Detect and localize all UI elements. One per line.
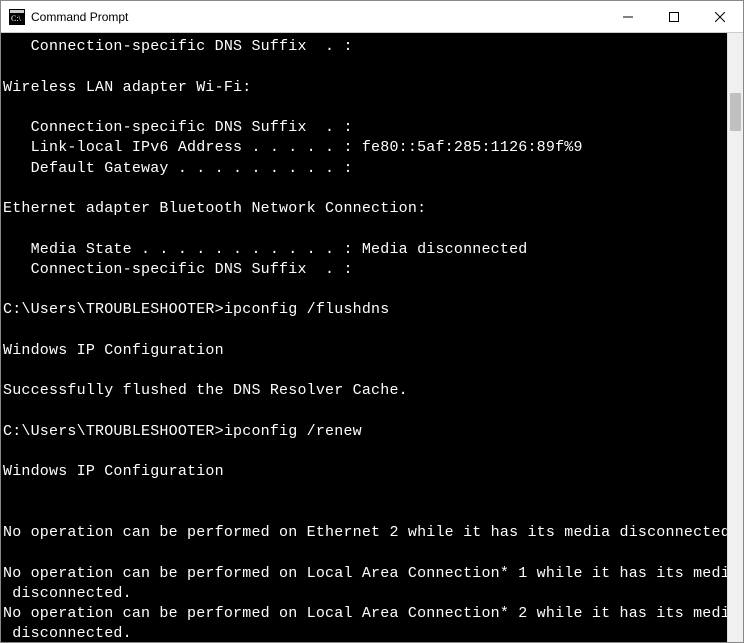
terminal-line: Successfully flushed the DNS Resolver Ca… — [3, 381, 727, 401]
scrollbar[interactable] — [727, 33, 743, 642]
terminal-line — [3, 442, 727, 462]
terminal-line — [3, 361, 727, 381]
maximize-button[interactable] — [651, 1, 697, 32]
terminal-line: Windows IP Configuration — [3, 462, 727, 482]
terminal-line: No operation can be performed on Local A… — [3, 604, 727, 624]
terminal-line — [3, 503, 727, 523]
terminal-line: Wireless LAN adapter Wi-Fi: — [3, 78, 727, 98]
terminal-line: Connection-specific DNS Suffix . : — [3, 37, 727, 57]
window-title: Command Prompt — [31, 10, 605, 24]
svg-text:C:\: C:\ — [11, 14, 22, 23]
terminal-line — [3, 57, 727, 77]
terminal-line — [3, 483, 727, 503]
terminal-line: Connection-specific DNS Suffix . : — [3, 118, 727, 138]
terminal-line: No operation can be performed on Etherne… — [3, 523, 727, 543]
terminal-line: Default Gateway . . . . . . . . . : — [3, 159, 727, 179]
window-controls — [605, 1, 743, 32]
terminal-line — [3, 543, 727, 563]
terminal-area: Connection-specific DNS Suffix . : Wirel… — [1, 33, 743, 642]
terminal-line: disconnected. — [3, 624, 727, 642]
minimize-button[interactable] — [605, 1, 651, 32]
close-button[interactable] — [697, 1, 743, 32]
terminal-line — [3, 219, 727, 239]
terminal-line: Media State . . . . . . . . . . . : Medi… — [3, 240, 727, 260]
terminal-line: Ethernet adapter Bluetooth Network Conne… — [3, 199, 727, 219]
terminal-line: disconnected. — [3, 584, 727, 604]
terminal-line — [3, 179, 727, 199]
terminal-output[interactable]: Connection-specific DNS Suffix . : Wirel… — [1, 33, 727, 642]
terminal-line: No operation can be performed on Local A… — [3, 564, 727, 584]
terminal-line: Windows IP Configuration — [3, 341, 727, 361]
terminal-line: Link-local IPv6 Address . . . . . : fe80… — [3, 138, 727, 158]
terminal-line — [3, 280, 727, 300]
titlebar: C:\ Command Prompt — [1, 1, 743, 33]
terminal-line: Connection-specific DNS Suffix . : — [3, 260, 727, 280]
terminal-line — [3, 321, 727, 341]
terminal-line — [3, 402, 727, 422]
scroll-thumb[interactable] — [730, 93, 741, 131]
terminal-line — [3, 98, 727, 118]
terminal-line: C:\Users\TROUBLESHOOTER>ipconfig /flushd… — [3, 300, 727, 320]
cmd-icon: C:\ — [9, 9, 25, 25]
terminal-line: C:\Users\TROUBLESHOOTER>ipconfig /renew — [3, 422, 727, 442]
